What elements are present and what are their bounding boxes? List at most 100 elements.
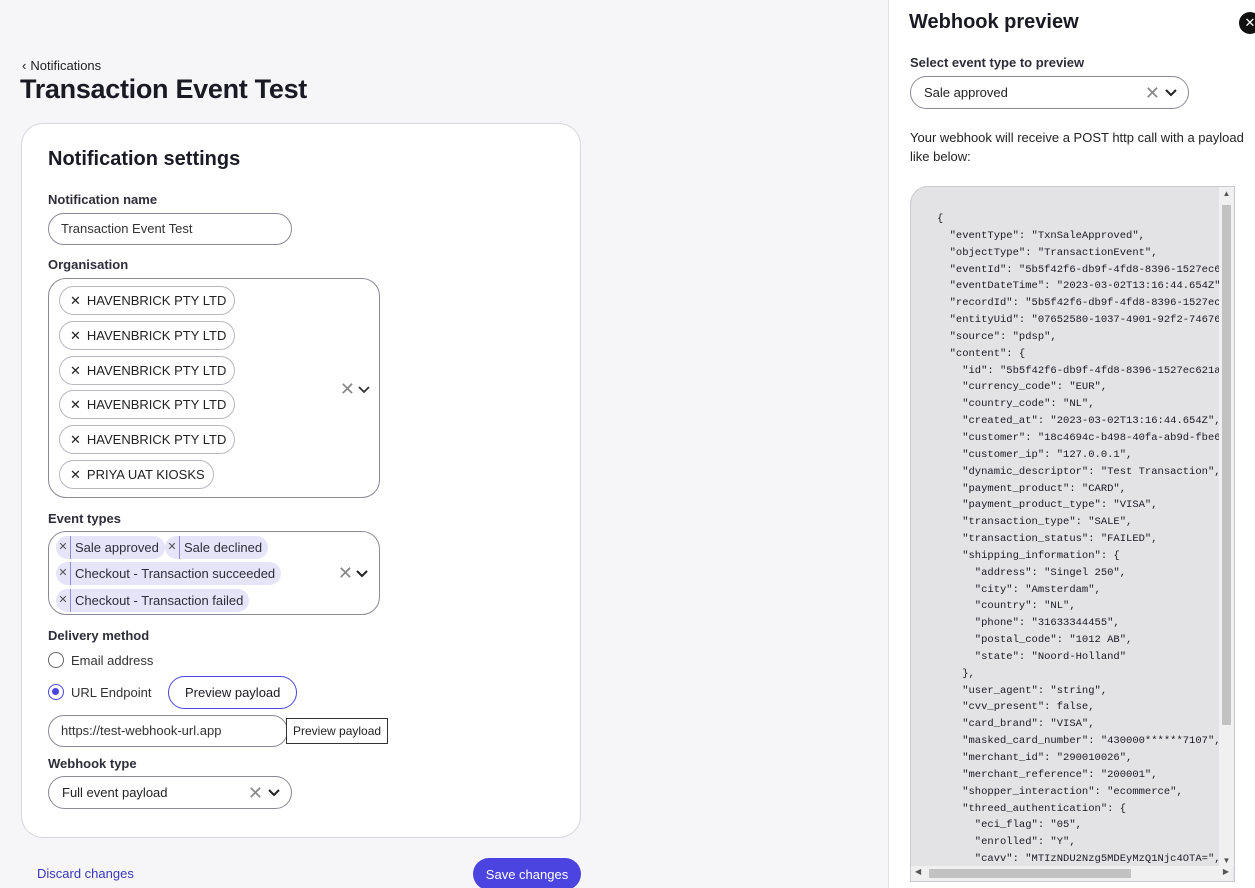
remove-icon[interactable]: ✕: [70, 357, 81, 384]
remove-icon[interactable]: ✕: [70, 461, 81, 488]
scroll-left-icon[interactable]: ◀: [915, 867, 921, 876]
remove-icon[interactable]: ✕: [165, 536, 180, 559]
breadcrumb[interactable]: ‹ Notifications: [22, 58, 101, 73]
payload-line: "currency_code": "EUR",: [937, 381, 1108, 394]
preview-event-select[interactable]: Sale approved ✕: [910, 76, 1189, 109]
breadcrumb-link[interactable]: Notifications: [30, 58, 101, 73]
event-types-multiselect[interactable]: ✕ Sale approved ✕ Sale declined ✕ Checko…: [48, 531, 380, 615]
chevron-down-icon[interactable]: [1164, 88, 1178, 98]
organisation-chip: ✕ HAVENBRICK PTY LTD: [59, 425, 236, 454]
organisation-label: Organisation: [48, 257, 129, 272]
chevron-down-icon[interactable]: [357, 385, 371, 395]
chip-label: HAVENBRICK PTY LTD: [86, 328, 227, 343]
payload-line: "country_code": "NL",: [937, 398, 1095, 411]
organisation-chip: ✕ HAVENBRICK PTY LTD: [59, 356, 236, 385]
remove-icon[interactable]: ✕: [70, 287, 81, 314]
scrollbar-thumb[interactable]: [1222, 205, 1231, 725]
payload-line: "address": "Singel 250",: [937, 566, 1127, 579]
payload-line: "transaction_status": "FAILED",: [937, 533, 1158, 546]
payload-line: "id": "5b5f42f6-db9f-4fd8-8396-1527ec621…: [937, 364, 1233, 377]
payload-line: "customer_ip": "127.0.0.1",: [937, 448, 1133, 461]
payload-line: "card_brand": "VISA",: [937, 718, 1095, 731]
payload-line: "user_agent": "string",: [937, 684, 1108, 697]
radio-label: Email address: [71, 652, 154, 668]
event-types-label: Event types: [48, 511, 121, 526]
preview-payload-tooltip: Preview payload: [286, 718, 389, 744]
chip-label: HAVENBRICK PTY LTD: [86, 397, 227, 412]
payload-line: "cavv": "MTIzNDU2Nzg5MDEyMzQ1Njc4OTA=",: [937, 853, 1221, 866]
payload-line: "source": "pdsp",: [937, 330, 1057, 343]
remove-icon[interactable]: ✕: [70, 322, 81, 349]
event-chip: ✕ Checkout - Transaction failed: [56, 589, 250, 612]
payload-line: "eventId": "5b5f42f6-db9f-4fd8-8396-1527…: [937, 263, 1233, 276]
delivery-option-url[interactable]: URL Endpoint: [48, 684, 151, 700]
webhook-type-select[interactable]: Full event payload ✕: [48, 776, 292, 809]
chip-label: Checkout - Transaction succeeded: [75, 566, 276, 581]
payload-line: "city": "Amsterdam",: [937, 583, 1101, 596]
remove-icon[interactable]: ✕: [56, 536, 71, 559]
remove-icon[interactable]: ✕: [70, 426, 81, 453]
payload-line: "transaction_type": "SALE",: [937, 516, 1133, 529]
payload-line: "masked_card_number": "430000******7107"…: [937, 735, 1221, 748]
payload-line: "created_at": "2023-03-02T13:16:44.654Z"…: [937, 415, 1221, 428]
select-controls: ✕: [1145, 84, 1178, 102]
clear-icon[interactable]: ✕: [1145, 84, 1160, 102]
organisation-multiselect[interactable]: ✕ HAVENBRICK PTY LTD ✕ HAVENBRICK PTY LT…: [48, 278, 380, 498]
chip-label: HAVENBRICK PTY LTD: [86, 363, 227, 378]
url-endpoint-input[interactable]: https://test-webhook-url.app: [48, 715, 288, 747]
save-changes-button[interactable]: Save changes: [473, 858, 581, 888]
chevron-down-icon[interactable]: [267, 788, 281, 798]
payload-line: "country": "NL",: [937, 600, 1076, 613]
payload-line: "content": {: [937, 347, 1026, 360]
discard-changes-link[interactable]: Discard changes: [37, 866, 134, 881]
main-content: ‹ Notifications Transaction Event Test N…: [0, 0, 888, 888]
preview-payload-button[interactable]: Preview payload: [168, 676, 298, 709]
radio-label: URL Endpoint: [71, 684, 152, 700]
payload-line: "payment_product": "CARD",: [937, 482, 1127, 495]
payload-line: "eventType": "TxnSaleApproved",: [937, 229, 1145, 242]
scrollbar-thumb[interactable]: [929, 869, 1131, 878]
payload-line: "shopper_interaction": "ecommerce",: [937, 785, 1183, 798]
remove-icon[interactable]: ✕: [56, 562, 71, 585]
payload-line: "dynamic_descriptor": "Test Transaction"…: [937, 465, 1221, 478]
clear-icon[interactable]: ✕: [340, 379, 355, 400]
organisation-chip: ✕ HAVENBRICK PTY LTD: [59, 286, 236, 315]
clear-icon[interactable]: ✕: [338, 563, 353, 584]
chevron-left-icon: ‹: [22, 58, 27, 73]
payload-line: "phone": "31633344455",: [937, 617, 1120, 630]
chip-label: HAVENBRICK PTY LTD: [86, 432, 227, 447]
payload-code-box[interactable]: { "eventType": "TxnSaleApproved", "objec…: [910, 186, 1235, 882]
organisation-controls: ✕: [340, 379, 371, 400]
notification-name-label: Notification name: [48, 192, 158, 207]
select-value: Full event payload: [62, 785, 168, 800]
notification-name-input[interactable]: Transaction Event Test: [48, 213, 292, 245]
chip-label: Sale declined: [184, 540, 263, 555]
payload-line: "entityUid": "07652580-1037-4901-92f2-74…: [937, 314, 1233, 327]
payload-line: "eci_flag": "05",: [937, 819, 1082, 832]
event-types-controls: ✕: [338, 563, 369, 584]
horizontal-scrollbar[interactable]: ◀ ▶: [911, 866, 1233, 881]
chevron-down-icon[interactable]: [355, 569, 369, 579]
scroll-down-icon[interactable]: ▼: [1219, 856, 1234, 865]
vertical-scrollbar[interactable]: ▲ ▼: [1219, 187, 1234, 867]
select-controls: ✕: [248, 784, 281, 802]
chip-label: PRIYA UAT KIOSKS: [86, 467, 205, 482]
remove-icon[interactable]: ✕: [56, 589, 71, 612]
remove-icon[interactable]: ✕: [70, 391, 81, 418]
card-title: Notification settings: [48, 148, 241, 170]
select-value: Sale approved: [924, 85, 1008, 100]
scroll-up-icon[interactable]: ▲: [1219, 189, 1234, 198]
radio-button[interactable]: [48, 652, 64, 668]
page-title: Transaction Event Test: [20, 74, 307, 104]
radio-button-selected[interactable]: [48, 684, 64, 700]
payload-line: "enrolled": "Y",: [937, 836, 1076, 849]
delivery-option-email[interactable]: Email address: [48, 652, 153, 668]
close-icon[interactable]: ✕: [1239, 12, 1255, 34]
organisation-chip: ✕ PRIYA UAT KIOSKS: [59, 460, 214, 489]
delivery-method-label: Delivery method: [48, 628, 150, 643]
scroll-right-icon[interactable]: ▶: [1223, 867, 1229, 876]
organisation-chip: ✕ HAVENBRICK PTY LTD: [59, 390, 236, 419]
payload-code: { "eventType": "TxnSaleApproved", "objec…: [911, 187, 1233, 867]
clear-icon[interactable]: ✕: [248, 784, 263, 802]
payload-line: {: [937, 213, 944, 225]
